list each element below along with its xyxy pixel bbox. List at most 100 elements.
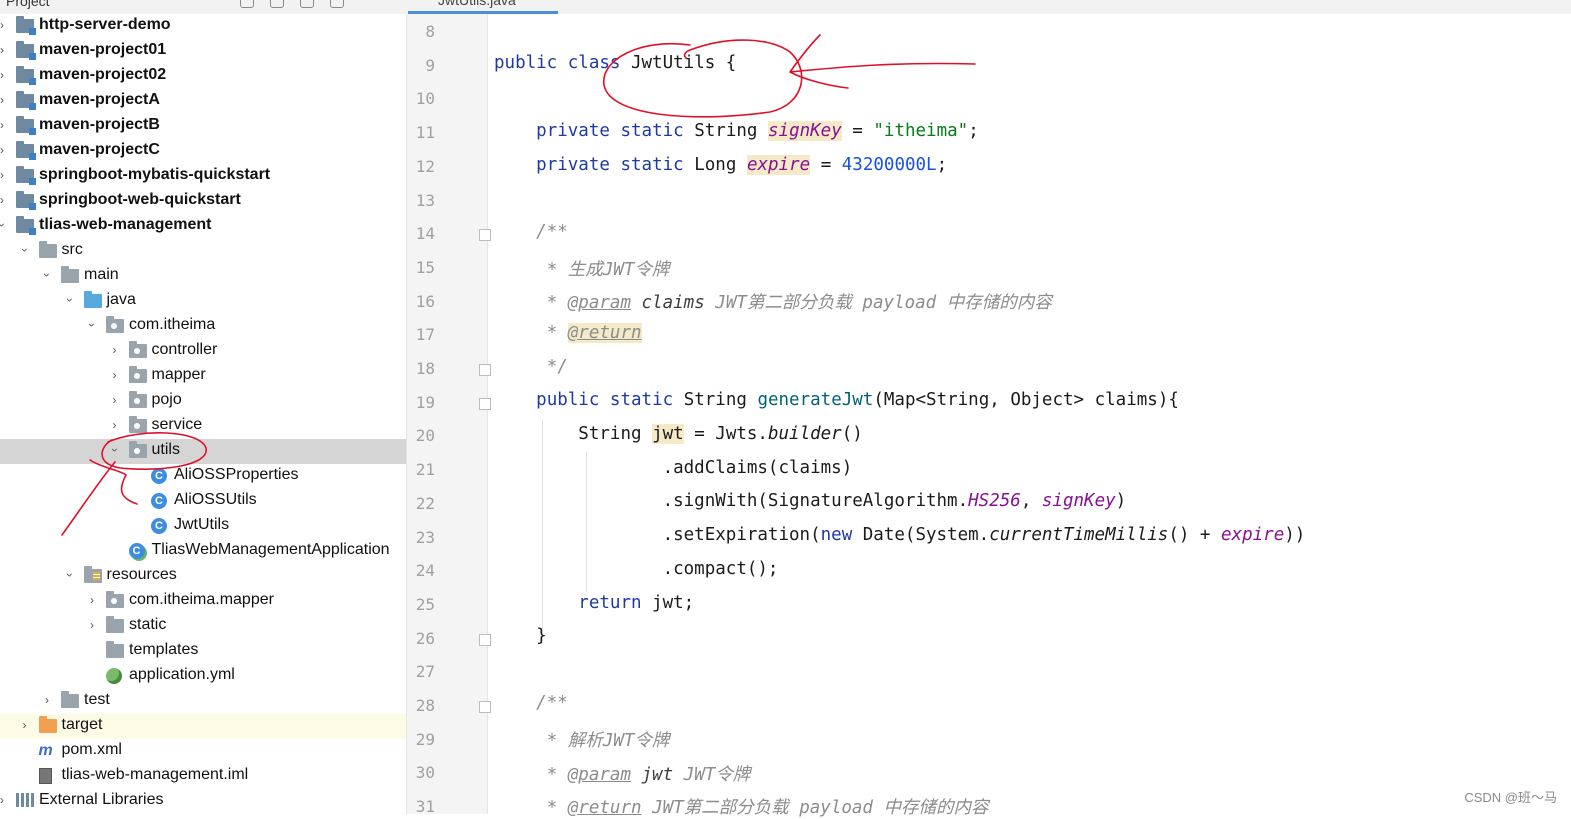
code-line-21: .addClaims(claims) — [662, 458, 853, 478]
line-number: 29 — [415, 729, 435, 749]
chevron-right-icon[interactable]: › — [86, 618, 98, 632]
fold-toggle-icon[interactable] — [479, 397, 491, 410]
tree-node-maven-project01[interactable]: › maven-project01 — [0, 39, 406, 64]
chevron-right-icon[interactable]: › — [0, 143, 8, 157]
project-tool-window-tab[interactable]: Project — [6, 0, 50, 9]
tree-node-aliossproperties[interactable]: C AliOSSProperties — [0, 464, 406, 489]
code-line-26: } — [536, 626, 547, 646]
chevron-right-icon[interactable]: › — [86, 593, 98, 607]
chevron-down-icon[interactable]: › — [85, 319, 99, 331]
tree-node-http-server-demo[interactable]: › http-server-demo — [0, 14, 406, 39]
tree-node-tlias-web-management-iml[interactable]: tlias-web-management.iml — [0, 764, 406, 789]
tree-node-aliossutils[interactable]: C AliOSSUtils — [0, 489, 406, 514]
package-icon — [128, 366, 147, 384]
code-line-18: */ — [536, 357, 568, 377]
chevron-right-icon[interactable]: › — [0, 118, 8, 132]
fold-toggle-icon[interactable] — [479, 701, 491, 713]
class-icon: C — [151, 518, 169, 534]
tree-node-target[interactable]: › target — [0, 714, 406, 739]
code-line-20: String jwt = Jwts.builder() — [578, 424, 863, 444]
code-line-30: * @param jwt JWT令牌 — [536, 765, 751, 785]
tree-node-jwtutils[interactable]: C JwtUtils — [0, 514, 406, 539]
tree-node-label: maven-project02 — [39, 66, 167, 83]
tree-node-maven-projecta[interactable]: › maven-projectA — [0, 89, 406, 114]
editor-tab-label: JwtUtils.java — [438, 0, 516, 8]
tree-node-label: springboot-mybatis-quickstart — [39, 166, 271, 183]
tree-node-tliaswebmanagementapplication[interactable]: C TliasWebManagementApplication — [0, 539, 406, 564]
chevron-right-icon[interactable]: › — [19, 718, 31, 732]
chevron-down-icon[interactable]: › — [63, 569, 77, 581]
locate-icon[interactable] — [240, 0, 254, 8]
tree-node-label: com.itheima.mapper — [129, 591, 274, 608]
tree-node-mapper[interactable]: › mapper — [0, 364, 406, 389]
tree-node-java[interactable]: › java — [0, 289, 406, 314]
tree-node-maven-projectb[interactable]: › maven-projectB — [0, 114, 406, 139]
tree-node-service[interactable]: › service — [0, 414, 406, 439]
chevron-right-icon[interactable]: › — [0, 68, 8, 82]
gear-icon[interactable] — [330, 0, 344, 8]
tree-node-springboot-mybatis-quickstart[interactable]: › springboot-mybatis-quickstart — [0, 164, 406, 189]
chevron-right-icon[interactable]: › — [0, 193, 8, 207]
line-number: 12 — [415, 156, 435, 176]
tree-node-utils[interactable]: › utils — [0, 439, 406, 464]
package-icon — [106, 591, 124, 609]
tree-node-com-itheima-mapper[interactable]: › com.itheima.mapper — [0, 589, 406, 614]
line-number: 27 — [415, 662, 435, 682]
tree-node-src[interactable]: › src — [0, 239, 406, 264]
collapse-all-icon[interactable] — [270, 0, 284, 8]
tree-node-label: target — [61, 716, 103, 733]
tree-node-label: templates — [129, 641, 199, 658]
tree-node-main[interactable]: › main — [0, 264, 406, 289]
tree-node-tlias-web-management[interactable]: › tlias-web-management — [0, 214, 406, 239]
line-number: 11 — [415, 123, 435, 143]
chevron-right-icon[interactable]: › — [109, 418, 121, 432]
tree-node-external-libraries[interactable]: › External Libraries — [0, 789, 406, 814]
chevron-right-icon[interactable]: › — [0, 93, 8, 107]
tree-node-maven-projectc[interactable]: › maven-projectC — [0, 139, 406, 164]
tree-node-pojo[interactable]: › pojo — [0, 389, 406, 414]
tree-node-label: maven-project01 — [39, 41, 167, 58]
fold-toggle-icon[interactable] — [479, 229, 491, 242]
tree-node-springboot-web-quickstart[interactable]: › springboot-web-quickstart — [0, 189, 406, 214]
line-number: 9 — [425, 55, 435, 75]
chevron-down-icon[interactable]: › — [63, 294, 77, 306]
tree-node-label: maven-projectA — [39, 91, 160, 108]
tree-node-label: JwtUtils — [174, 516, 230, 533]
folder-icon — [38, 241, 57, 259]
chevron-down-icon[interactable]: › — [18, 244, 32, 256]
chevron-right-icon[interactable]: › — [0, 18, 8, 32]
tree-node-pom-xml[interactable]: m pom.xml — [0, 739, 406, 764]
tree-node-application-yml[interactable]: application.yml — [0, 664, 406, 689]
code-line-11: private static String signKey = "itheima… — [536, 121, 979, 141]
chevron-right-icon[interactable]: › — [0, 43, 8, 57]
expand-icon[interactable] — [300, 0, 314, 8]
tree-node-resources[interactable]: › resources — [0, 564, 406, 589]
chevron-down-icon[interactable]: › — [0, 219, 9, 231]
code-editor[interactable]: 8 9 10 11 12 13 14 15 16 17 18 19 20 21 22 23 24 25 26 27 28… — [407, 14, 1571, 818]
project-toolbar — [240, 0, 344, 8]
tree-node-com-itheima[interactable]: › com.itheima — [0, 314, 406, 339]
chevron-down-icon[interactable]: › — [40, 269, 54, 281]
chevron-right-icon[interactable]: › — [0, 793, 8, 807]
tree-node-test[interactable]: › test — [0, 689, 406, 714]
tree-node-label: maven-projectC — [39, 141, 160, 158]
tree-node-label: pojo — [151, 391, 182, 408]
fold-toggle-icon[interactable] — [479, 633, 491, 646]
chevron-right-icon[interactable]: › — [0, 168, 8, 182]
tree-node-templates[interactable]: templates — [0, 639, 406, 664]
line-number: 20 — [415, 426, 435, 446]
fold-toggle-icon[interactable] — [479, 364, 491, 376]
tree-node-static[interactable]: › static — [0, 614, 406, 639]
top-strip: Project JwtUtils.java — [0, 0, 1571, 15]
tree-node-controller[interactable]: › controller — [0, 339, 406, 364]
chevron-right-icon[interactable]: › — [109, 393, 121, 407]
spring-app-class-icon: C — [128, 543, 147, 559]
chevron-right-icon[interactable]: › — [109, 368, 121, 382]
chevron-right-icon[interactable]: › — [41, 693, 53, 707]
tree-node-maven-project02[interactable]: › maven-project02 — [0, 64, 406, 89]
editor-tab-jwtutils[interactable]: JwtUtils.java — [408, 0, 558, 14]
chevron-down-icon[interactable]: › — [108, 444, 122, 456]
code-line-25: return jwt; — [578, 593, 695, 613]
module-folder-icon — [16, 16, 36, 35]
chevron-right-icon[interactable]: › — [109, 343, 121, 357]
